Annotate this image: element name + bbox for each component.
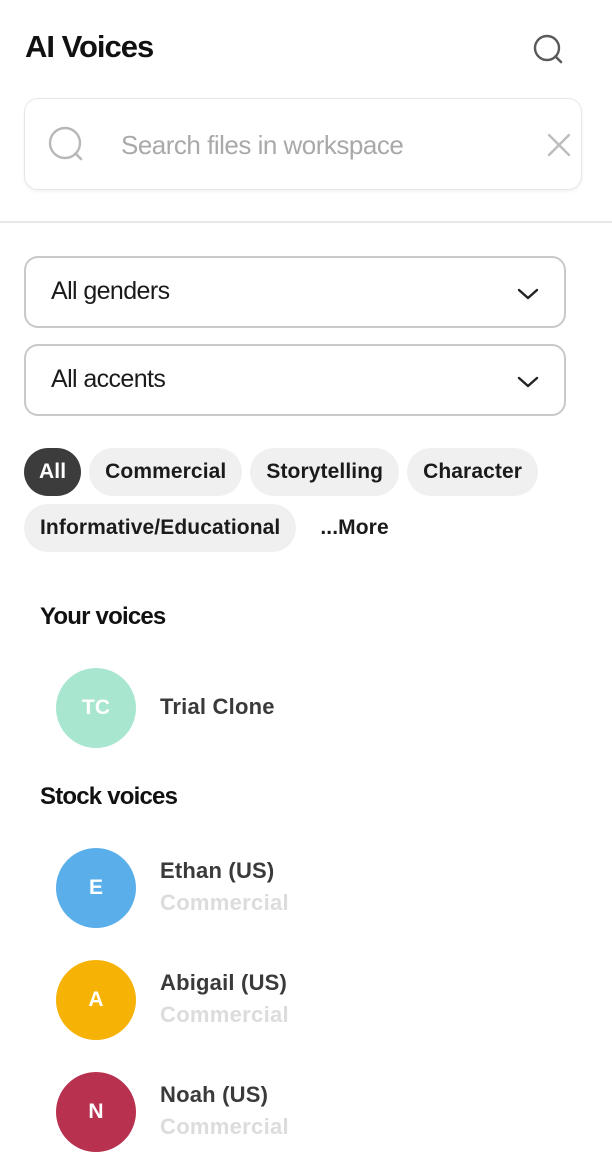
chip-commercial[interactable]: Commercial (89, 448, 243, 496)
voice-category: Commercial (160, 1002, 289, 1027)
voice-item-ethan[interactable]: E Ethan (US) Commercial (56, 848, 556, 928)
search-icon (533, 34, 563, 64)
search-icon (48, 126, 83, 161)
accent-select-value: All accents (51, 365, 166, 393)
your-voices-heading: Your voices (40, 603, 166, 630)
chip-informative-educational[interactable]: Informative/Educational (24, 504, 297, 552)
avatar-initials: N (88, 1100, 104, 1123)
page-title: AI Voices (25, 29, 154, 64)
voice-item-abigail[interactable]: A Abigail (US) Commercial (56, 960, 556, 1040)
avatar: TC (56, 668, 136, 748)
chip-character[interactable]: Character (407, 448, 539, 496)
gender-select-value: All genders (51, 277, 170, 305)
category-chips: All Commercial Storytelling Character In… (24, 448, 594, 552)
voice-name: Noah (US) (160, 1082, 269, 1107)
avatar-initials: A (88, 988, 104, 1011)
ai-voices-panel: AI Voices All genders (0, 0, 612, 1162)
chevron-down-icon (514, 280, 542, 308)
clear-search-button[interactable] (543, 129, 575, 161)
more-categories-button[interactable]: ...More (304, 504, 404, 552)
close-icon (547, 133, 571, 157)
avatar: A (56, 960, 136, 1040)
voice-item-trial-clone[interactable]: TC Trial Clone (56, 668, 556, 748)
chip-storytelling[interactable]: Storytelling (250, 448, 400, 496)
chevron-down-icon (514, 368, 542, 396)
chip-all[interactable]: All (24, 448, 82, 496)
avatar-initials: TC (82, 696, 110, 719)
header: AI Voices (0, 0, 612, 96)
voice-name: Abigail (US) (160, 970, 288, 995)
avatar-initials: E (88, 876, 103, 899)
search-field-icon (47, 125, 87, 165)
gender-select[interactable]: All genders (24, 256, 566, 328)
avatar: N (56, 1072, 136, 1152)
search-field (24, 98, 582, 190)
voice-name: Trial Clone (160, 694, 275, 719)
accent-select[interactable]: All accents (24, 344, 566, 416)
voice-name: Ethan (US) (160, 858, 275, 883)
voice-category: Commercial (160, 1114, 289, 1139)
search-input[interactable] (121, 123, 511, 167)
avatar: E (56, 848, 136, 928)
voice-item-noah[interactable]: N Noah (US) Commercial (56, 1072, 556, 1152)
voice-category: Commercial (160, 890, 289, 915)
divider (0, 221, 612, 223)
stock-voices-heading: Stock voices (40, 783, 178, 810)
header-search-button[interactable] (531, 32, 567, 68)
